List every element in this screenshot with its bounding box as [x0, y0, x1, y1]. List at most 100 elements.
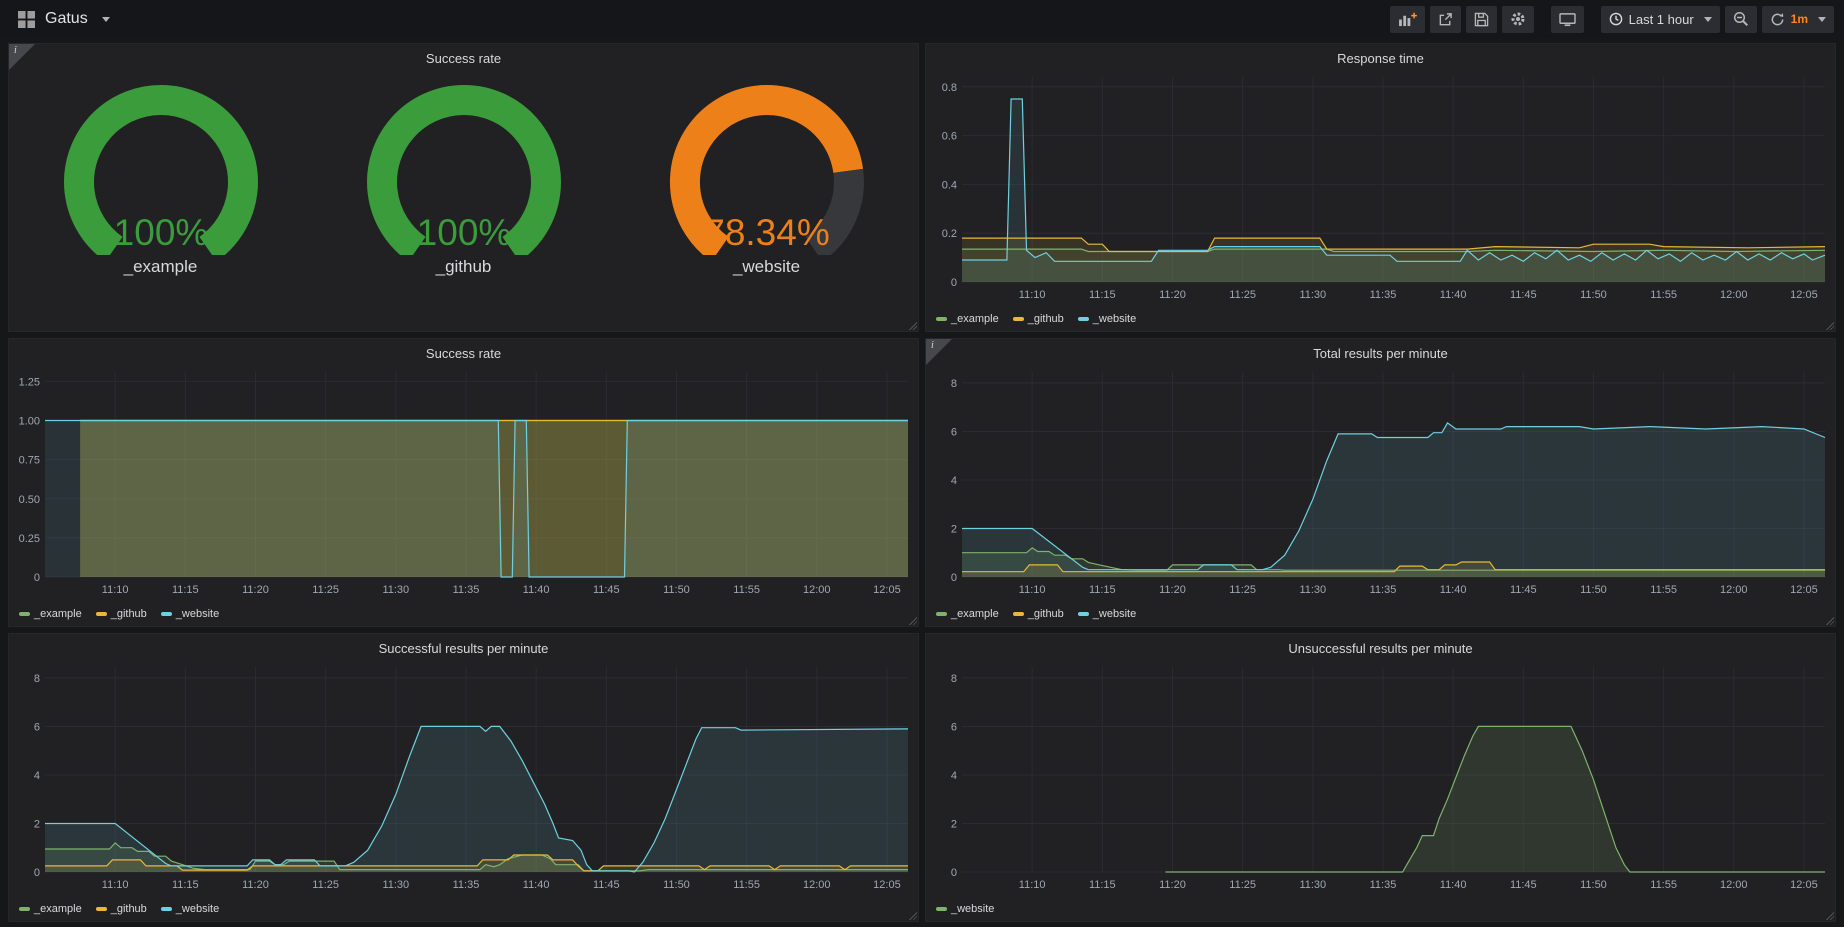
chevron-down-icon [102, 17, 110, 22]
x-axis-tick-label: 12:05 [1790, 584, 1818, 596]
time-range-picker[interactable]: Last 1 hour [1601, 6, 1720, 33]
legend-item-example[interactable]: _example [19, 903, 82, 915]
panel-resize-handle[interactable] [908, 911, 917, 920]
gauge-github: 100%_github [312, 77, 615, 277]
gauge-label: _website [733, 257, 800, 277]
refresh-interval-label: 1m [1791, 12, 1808, 26]
x-axis-tick-label: 11:55 [733, 879, 760, 891]
panel-resize-handle[interactable] [1825, 616, 1834, 625]
x-axis-tick-label: 11:10 [1019, 584, 1046, 596]
x-axis-tick-label: 11:45 [593, 584, 620, 596]
y-axis-tick-label: 0.2 [942, 228, 957, 240]
y-axis-tick-label: 0 [951, 572, 957, 584]
gear-icon [1510, 11, 1526, 27]
clock-icon [1609, 12, 1623, 26]
refresh-button[interactable]: 1m [1762, 6, 1834, 33]
gauge-value: 100% [416, 212, 511, 253]
panel-info-corner-icon[interactable]: i [926, 339, 952, 365]
y-axis-tick-label: 1.00 [19, 416, 40, 428]
legend-item-website[interactable]: _website [936, 903, 994, 915]
x-axis-tick-label: 11:20 [242, 879, 269, 891]
x-axis-tick-label: 11:35 [1370, 289, 1397, 301]
legend-swatch [1013, 612, 1024, 616]
dashboard-picker[interactable]: Gatus [10, 10, 118, 28]
chart-response-time[interactable]: 11:1011:1511:2011:2511:3011:3511:4011:45… [926, 71, 1835, 311]
y-axis-tick-label: 0 [951, 867, 957, 879]
zoom-out-button[interactable] [1725, 6, 1757, 33]
y-axis-tick-label: 8 [951, 378, 957, 390]
chart-success-rate[interactable]: 11:1011:1511:2011:2511:3011:3511:4011:45… [9, 366, 918, 606]
legend-item-github[interactable]: _github [1013, 313, 1064, 325]
share-dashboard-button[interactable] [1430, 6, 1461, 33]
x-axis-tick-label: 11:10 [1019, 289, 1046, 301]
save-dashboard-button[interactable] [1466, 6, 1497, 33]
x-axis-tick-label: 12:00 [1720, 584, 1748, 596]
panel-total-results: i Total results per minute 11:10 11:15 11:… [925, 338, 1836, 627]
panel-title[interactable]: Unsuccessful results per minute [926, 634, 1835, 661]
panel-response-time: Response time 11:1011:1511:2011:2511:301… [925, 43, 1836, 332]
legend-swatch [19, 612, 30, 616]
panel-resize-handle[interactable] [1825, 321, 1834, 330]
chart-total-results[interactable]: 11:1011:1511:2011:2511:3011:3511:4011:45… [926, 366, 1835, 606]
x-axis-tick-label: 11:50 [663, 584, 690, 596]
legend-swatch [936, 317, 947, 321]
panel-title[interactable]: Response time [926, 44, 1835, 71]
y-axis-tick-label: 6 [951, 426, 957, 438]
series-area-website [962, 423, 1825, 577]
y-axis-tick-label: 4 [951, 770, 957, 782]
x-axis-tick-label: 11:10 [102, 879, 129, 891]
chart-successful-results[interactable]: 11:1011:1511:2011:2511:3011:3511:4011:45… [9, 661, 918, 901]
legend-item-github[interactable]: _github [1013, 608, 1064, 620]
y-axis-tick-label: 0.50 [19, 494, 40, 506]
legend-item-website[interactable]: _website [161, 608, 219, 620]
chart-unsuccessful-results[interactable]: 11:1011:1511:2011:2511:3011:3511:4011:45… [926, 661, 1835, 901]
gauge-arc: 100% [344, 77, 584, 255]
panel-title[interactable]: Successful results per minute [9, 634, 918, 661]
time-range-label: Last 1 hour [1629, 12, 1694, 27]
legend-item-website[interactable]: _website [1078, 608, 1136, 620]
legend-item-example[interactable]: _example [19, 608, 82, 620]
x-axis-tick-label: 11:25 [312, 584, 339, 596]
x-axis-tick-label: 11:15 [1089, 584, 1116, 596]
y-axis-tick-label: 6 [34, 721, 40, 733]
legend-item-website[interactable]: _website [1078, 313, 1136, 325]
panel-info-corner-icon[interactable]: i [9, 44, 35, 70]
x-axis-tick-label: 12:05 [873, 584, 901, 596]
panel-title[interactable]: Success rate [9, 44, 918, 71]
panel-title[interactable]: Success rate [9, 339, 918, 366]
legend-swatch [19, 907, 30, 911]
tv-mode-button[interactable] [1551, 6, 1584, 33]
x-axis-tick-label: 11:50 [663, 879, 690, 891]
x-axis-tick-label: 11:15 [172, 584, 199, 596]
navbar-actions: Last 1 hour 1m [1390, 6, 1834, 33]
x-axis-tick-label: 11:35 [1370, 879, 1397, 891]
x-axis-tick-label: 11:40 [1440, 584, 1467, 596]
x-axis-tick-label: 11:55 [1650, 289, 1677, 301]
x-axis-tick-label: 11:25 [1229, 584, 1256, 596]
y-axis-tick-label: 4 [34, 770, 40, 782]
y-axis-tick-label: 2 [34, 818, 40, 830]
chevron-down-icon [1818, 17, 1826, 22]
legend-item-website[interactable]: _website [161, 903, 219, 915]
dashboard-settings-button[interactable] [1502, 6, 1534, 33]
legend-item-github[interactable]: _github [96, 903, 147, 915]
x-axis-tick-label: 11:45 [1510, 879, 1537, 891]
panel-resize-handle[interactable] [1825, 911, 1834, 920]
y-axis-tick-label: 1.25 [19, 376, 40, 388]
legend-item-example[interactable]: _example [936, 608, 999, 620]
legend-swatch [936, 907, 947, 911]
add-panel-button[interactable] [1390, 6, 1425, 33]
gauge-example: 100%_example [9, 77, 312, 277]
legend-item-example[interactable]: _example [936, 313, 999, 325]
panel-title[interactable]: Total results per minute [926, 339, 1835, 366]
chart-legend: _example _github _website [9, 606, 918, 620]
x-axis-tick-label: 11:30 [1299, 584, 1326, 596]
x-axis-tick-label: 11:45 [1510, 289, 1537, 301]
refresh-icon [1770, 12, 1785, 27]
y-axis-tick-label: 0.4 [942, 179, 957, 191]
save-icon [1474, 12, 1489, 27]
panel-resize-handle[interactable] [908, 321, 917, 330]
panel-resize-handle[interactable] [908, 616, 917, 625]
legend-item-github[interactable]: _github [96, 608, 147, 620]
legend-swatch [161, 907, 172, 911]
